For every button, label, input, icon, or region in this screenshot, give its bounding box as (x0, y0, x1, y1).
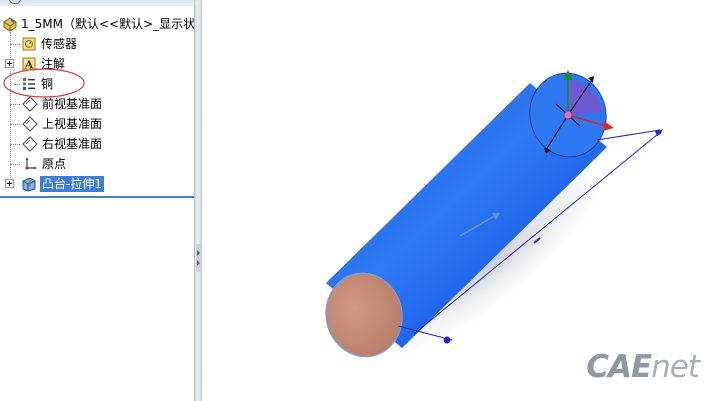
filter-icon[interactable] (9, 0, 21, 4)
tree-item-right-plane[interactable]: 右视基准面 (0, 134, 194, 154)
tree-item-label: 上视基准面 (42, 117, 103, 131)
tree-item-label: 右视基准面 (42, 137, 103, 151)
expand-icon[interactable] (5, 179, 14, 188)
extrude-icon (22, 177, 36, 192)
highlight-ellipse (3, 68, 85, 98)
tree-item-root-part[interactable]: 1_5MM（默认<<默认>_显示状 (0, 14, 194, 34)
plane-icon (22, 136, 38, 152)
tree-item-label: 原点 (42, 157, 67, 171)
feature-tree-panel: 1_5MM（默认<<默认>_显示状 传感器 A 注解 铜 前视基准面 上视基准面… (0, 0, 194, 401)
sensor-icon (22, 37, 36, 51)
plane-icon (22, 116, 38, 132)
tree-item-boss-extrude[interactable]: 凸台-拉伸1 (0, 174, 194, 194)
tree-filter-strip (0, 0, 194, 6)
tree-item-sensors[interactable]: 传感器 (0, 34, 194, 54)
graphics-viewport[interactable]: CAEnet (202, 0, 709, 401)
origin-icon (25, 157, 37, 170)
part-icon (3, 17, 17, 32)
tree-divider (0, 196, 194, 198)
watermark-logo: CAEnet (586, 349, 700, 385)
collapse-handle-icon[interactable] (196, 244, 201, 272)
tree-item-label: 传感器 (41, 37, 78, 51)
model-view[interactable] (202, 0, 709, 401)
tree-root-label: 1_5MM（默认<<默认>_显示状 (21, 17, 194, 31)
tree-item-origin[interactable]: 原点 (0, 154, 194, 174)
tree-item-label: 凸台-拉伸1 (40, 176, 104, 192)
panel-splitter[interactable] (194, 0, 202, 401)
tree-item-top-plane[interactable]: 上视基准面 (0, 114, 194, 134)
